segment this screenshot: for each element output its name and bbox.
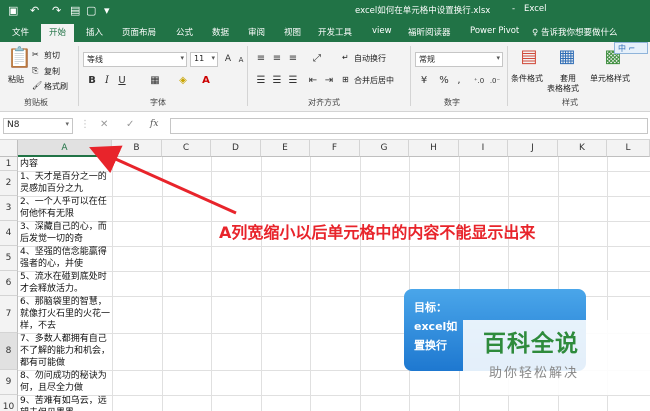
watermark-title: 百科全说 <box>483 331 579 357</box>
watermark: 百科全说 助你轻松解决 <box>463 320 650 395</box>
annotation-text: A列宽缩小以后单元格中的内容不能显示出来 <box>219 223 536 242</box>
watermark-subtitle: 助你轻松解决 <box>489 366 580 381</box>
goal-line-1: 目标： <box>414 301 447 314</box>
